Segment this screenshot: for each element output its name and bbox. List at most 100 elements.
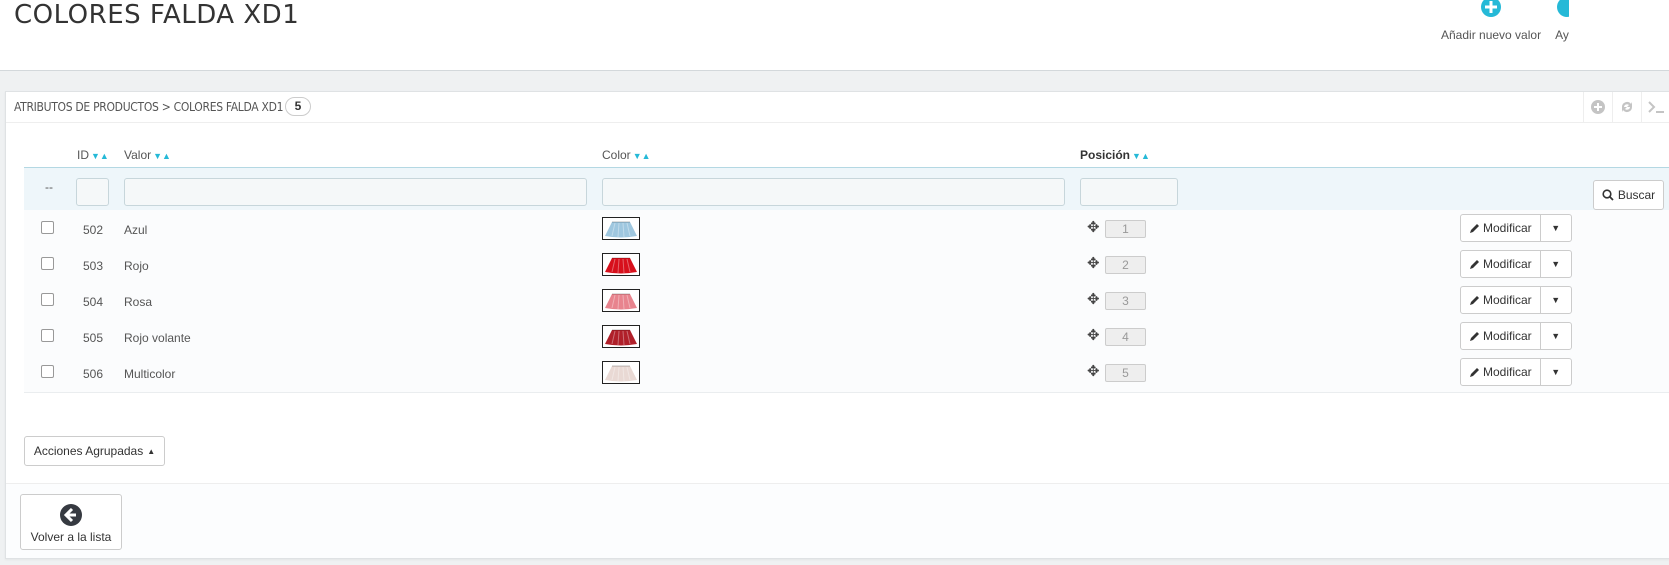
column-header-value-label: Valor [124,148,152,162]
count-badge: 5 [285,97,311,116]
add-icon[interactable] [1583,92,1612,122]
row-id: 502 [83,223,104,237]
position-value: 1 [1105,220,1146,238]
edit-button-group: Modificar ▼ [1460,358,1572,386]
bulk-actions-button[interactable]: Acciones Agrupadas ▲ [24,436,165,466]
dropdown-toggle[interactable]: ▼ [1541,251,1571,277]
back-to-list-button[interactable]: Volver a la lista [20,494,122,550]
heading-actions [1583,92,1669,122]
drag-handle-icon[interactable]: ✥ [1087,326,1100,344]
column-header-id[interactable]: ID ▼▲ [77,148,109,162]
dropdown-toggle[interactable]: ▼ [1541,215,1571,241]
row-checkbox[interactable] [41,293,54,306]
row-value: Rojo [124,259,149,273]
position-value: 3 [1105,292,1146,310]
row-id: 503 [83,259,104,273]
sort-arrows-icon[interactable]: ▼▲ [91,151,109,161]
breadcrumb: ATRIBUTOS DE PRODUCTOS > COLORES FALDA X… [14,100,284,114]
caret-down-icon: ▼ [1551,295,1561,305]
help-circle-icon [1555,0,1569,20]
skirt-thumbnail-icon [603,254,639,275]
panel-heading: ATRIBUTOS DE PRODUCTOS > COLORES FALDA X… [6,92,1669,123]
filter-value-input[interactable] [124,178,587,206]
row-id: 506 [83,367,104,381]
column-header-position[interactable]: Posición ▼▲ [1080,148,1150,162]
position-value: 4 [1105,328,1146,346]
drag-handle-icon[interactable]: ✥ [1087,362,1100,380]
edit-button-group: Modificar ▼ [1460,214,1572,242]
drag-handle-icon[interactable]: ✥ [1087,218,1100,236]
edit-button[interactable]: Modificar [1461,251,1541,277]
row-value: Multicolor [124,367,176,381]
position-value: 5 [1105,364,1146,382]
color-swatch [602,361,640,384]
row-value: Azul [124,223,148,237]
row-checkbox[interactable] [41,221,54,234]
edit-button[interactable]: Modificar [1461,287,1541,313]
sql-terminal-icon[interactable] [1641,92,1669,122]
column-header-color[interactable]: Color ▼▲ [602,148,651,162]
row-value: Rojo volante [124,331,191,345]
edit-label: Modificar [1483,293,1532,307]
sort-arrows-icon[interactable]: ▼▲ [153,151,171,161]
filter-placeholder: -- [45,180,53,194]
search-button[interactable]: Buscar [1593,180,1664,210]
search-icon [1602,189,1614,201]
drag-handle-icon[interactable]: ✥ [1087,254,1100,272]
skirt-thumbnail-icon [603,362,639,383]
plus-circle-icon [1479,0,1503,20]
table-row [24,246,1669,285]
row-checkbox[interactable] [41,329,54,342]
edit-label: Modificar [1483,329,1532,343]
sort-arrows-icon[interactable]: ▼▲ [633,151,651,161]
pencil-icon [1470,259,1479,269]
skirt-thumbnail-icon [603,326,639,347]
edit-button-group: Modificar ▼ [1460,286,1572,314]
sort-arrows-icon[interactable]: ▼▲ [1132,151,1150,161]
dropdown-toggle[interactable]: ▼ [1541,359,1571,385]
pencil-icon [1470,331,1479,341]
table-row [24,318,1669,357]
page-title: COLORES FALDA XD1 [14,0,300,30]
row-checkbox[interactable] [41,257,54,270]
pencil-icon [1470,223,1479,233]
table-row [24,354,1669,393]
dropdown-toggle[interactable]: ▼ [1541,287,1571,313]
position-value: 2 [1105,256,1146,274]
filter-id-input[interactable] [76,178,109,206]
panel-footer [6,483,1669,558]
row-checkbox[interactable] [41,365,54,378]
color-swatch [602,253,640,276]
search-label: Buscar [1617,188,1656,202]
table-row [24,282,1669,321]
caret-down-icon: ▼ [1551,223,1561,233]
help-label: Ay [1555,28,1569,42]
column-header-value[interactable]: Valor ▼▲ [124,148,171,162]
edit-button[interactable]: Modificar [1461,323,1541,349]
column-header-position-label: Posición [1080,148,1131,162]
edit-label: Modificar [1483,257,1532,271]
row-id: 504 [83,295,104,309]
column-header-color-label: Color [602,148,631,162]
bulk-actions-label: Acciones Agrupadas [33,444,144,458]
column-header-id-label: ID [77,148,89,162]
skirt-thumbnail-icon [603,290,639,311]
edit-button-group: Modificar ▼ [1460,250,1572,278]
skirt-thumbnail-icon [603,218,639,239]
filter-position-input[interactable] [1080,178,1178,206]
drag-handle-icon[interactable]: ✥ [1087,290,1100,308]
page-header: COLORES FALDA XD1 Añadir nuevo valor Ay [0,0,1669,71]
edit-label: Modificar [1483,365,1532,379]
refresh-icon[interactable] [1612,92,1641,122]
caret-down-icon: ▼ [1551,331,1561,341]
row-id: 505 [83,331,104,345]
table-row [24,210,1669,249]
help-button[interactable]: Ay [1555,0,1569,42]
filter-color-input[interactable] [602,178,1065,206]
add-new-value-button[interactable]: Añadir nuevo valor [1441,0,1541,42]
edit-button[interactable]: Modificar [1461,359,1541,385]
caret-down-icon: ▼ [1551,367,1561,377]
dropdown-toggle[interactable]: ▼ [1541,323,1571,349]
edit-button[interactable]: Modificar [1461,215,1541,241]
caret-down-icon: ▼ [1551,259,1561,269]
